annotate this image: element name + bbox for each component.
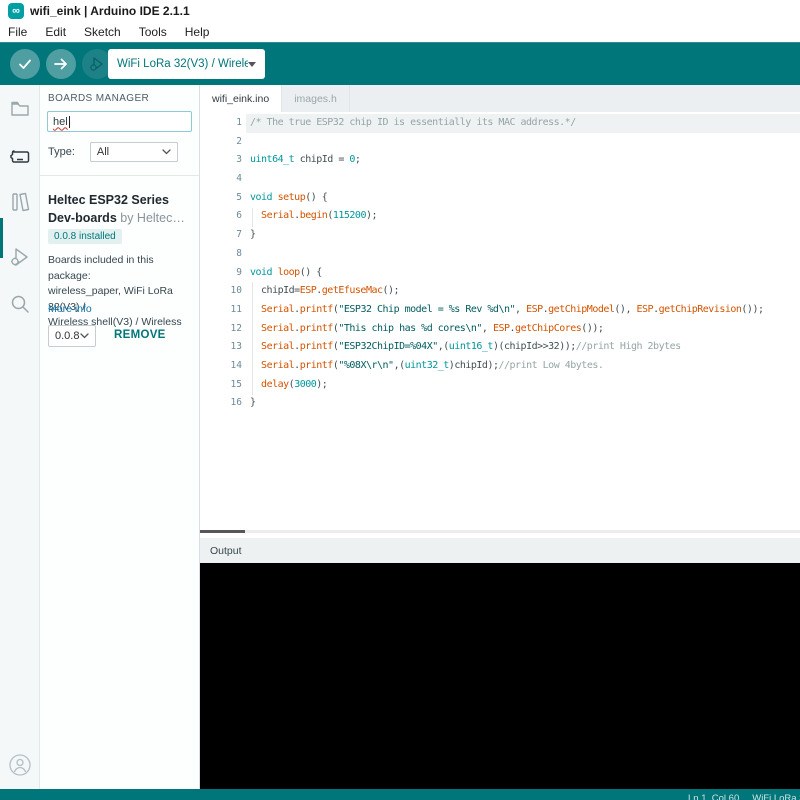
menu-item-help[interactable]: Help [185,25,210,39]
window-title: wifi_eink | Arduino IDE 2.1.1 [30,4,190,18]
status-board-name: WiFi LoRa 32(V3) / Wireless ... [752,793,800,800]
search-value: hel [53,116,68,128]
sidebar-item-search[interactable] [0,287,40,321]
code-line-15: delay(3000); [250,376,800,395]
code-line-10: chipId=ESP.getEfuseMac(); [250,282,800,301]
output-panel-header: Output [200,538,800,563]
upload-button[interactable] [46,49,76,79]
menu-item-sketch[interactable]: Sketch [84,25,121,39]
divider [40,175,199,176]
sidebar-item-boards-manager[interactable] [0,140,40,174]
infinity-icon: ∞ [8,3,24,19]
activity-bar [0,85,40,789]
type-filter-value: All [97,146,109,158]
scrollbar-thumb[interactable] [200,530,245,533]
account-button[interactable] [8,753,32,777]
menu-item-tools[interactable]: Tools [139,25,167,39]
output-console [200,563,800,789]
sketchbook-folder-icon [9,98,31,120]
tab-images.h[interactable]: images.h [282,85,350,112]
horizontal-scrollbar[interactable] [200,530,800,533]
code-line-9: void loop() { [250,264,800,283]
status-bar: Ln 1, Col 60 WiFi LoRa 32(V3) / Wireless … [0,789,800,800]
line-number: 1 [200,114,242,133]
code-line-4 [250,170,800,189]
gutter: 12345678910111213141516 [200,114,242,413]
line-number: 12 [200,320,242,339]
menu-bar: File Edit Sketch Tools Help [0,22,800,42]
menu-item-file[interactable]: File [8,25,27,39]
code-line-16: } [250,394,800,413]
output-title: Output [210,545,242,557]
board-selector[interactable]: WiFi LoRa 32(V3) / Wireless ... [108,49,265,79]
line-number: 11 [200,301,242,320]
menu-item-edit[interactable]: Edit [45,25,66,39]
code-line-14: Serial.printf("%08X\r\n",(uint32_t)chipI… [250,357,800,376]
boards-manager-icon [8,145,32,169]
version-value: 0.0.8 [55,330,79,342]
cursor-position: Ln 1, Col 60 [688,793,739,800]
code-line-12: Serial.printf("This chip has %d cores\n"… [250,320,800,339]
chevron-down-icon [162,149,171,155]
line-number: 4 [200,170,242,189]
status-right: Ln 1, Col 60 WiFi LoRa 32(V3) / Wireless … [688,793,800,800]
code-line-5: void setup() { [250,189,800,208]
editor-tab-bar: wifi_eink.inoimages.h [200,85,800,112]
installed-badge: 0.0.8 installed [48,229,122,244]
sidebar-item-debug[interactable] [0,240,40,274]
debug-panel-icon [8,245,32,269]
boards-search-input[interactable]: hel [47,111,192,132]
type-filter-select[interactable]: All [90,142,178,162]
line-number: 6 [200,207,242,226]
more-info-link[interactable]: More info [48,303,92,315]
type-label: Type: [48,146,75,158]
code-lines: /* The true ESP32 chip ID is essentially… [250,114,800,413]
line-number: 9 [200,264,242,283]
arduino-ide-window: ∞ wifi_eink | Arduino IDE 2.1.1 File Edit… [0,0,800,800]
line-number: 15 [200,376,242,395]
code-line-8 [250,245,800,264]
search-icon [8,292,32,316]
line-number: 5 [200,189,242,208]
code-line-13: Serial.printf("ESP32ChipID=%04X",(uint16… [250,338,800,357]
verify-button[interactable] [10,49,40,79]
line-number: 14 [200,357,242,376]
library-books-icon [8,190,32,214]
tab-wifi_eink.ino[interactable]: wifi_eink.ino [200,85,282,112]
code-line-7: } [250,226,800,245]
board-package-name: Heltec ESP32 Series Dev-boards by Heltec… [48,191,185,227]
code-line-2 [250,133,800,152]
code-editor[interactable]: 12345678910111213141516 /* The true ESP3… [200,112,800,530]
code-line-1: /* The true ESP32 chip ID is essentially… [250,114,800,133]
chevron-down-icon [80,333,89,339]
version-select[interactable]: 0.0.8 [48,325,96,347]
toolbar: WiFi LoRa 32(V3) / Wireless ... [0,42,800,85]
line-number: 2 [200,133,242,152]
line-number: 3 [200,151,242,170]
sidebar-item-library-manager[interactable] [0,185,40,219]
title-bar: ∞ wifi_eink | Arduino IDE 2.1.1 [0,0,800,22]
account-icon [8,753,32,777]
board-package-author: by Heltec… [117,211,185,225]
text-cursor [69,116,70,128]
board-selector-value: WiFi LoRa 32(V3) / Wireless ... [117,58,248,70]
line-number: 7 [200,226,242,245]
line-number: 16 [200,394,242,413]
debug-icon [88,55,106,73]
boards-manager-panel: BOARDS MANAGER hel Type: All Heltec ESP3… [40,85,200,789]
line-number: 8 [200,245,242,264]
line-number: 10 [200,282,242,301]
remove-button[interactable]: REMOVE [114,329,166,341]
upload-arrow-icon [53,56,69,72]
code-line-3: uint64_t chipId = 0; [250,151,800,170]
panel-title: BOARDS MANAGER [48,93,149,104]
verify-check-icon [17,56,33,72]
code-line-11: Serial.printf("ESP32 Chip model = %s Rev… [250,301,800,320]
sidebar-item-sketchbook[interactable] [0,92,40,126]
chevron-down-icon [248,62,256,67]
description-line: Boards included in this package: [48,253,196,284]
line-number: 13 [200,338,242,357]
code-line-6: Serial.begin(115200); [250,207,800,226]
